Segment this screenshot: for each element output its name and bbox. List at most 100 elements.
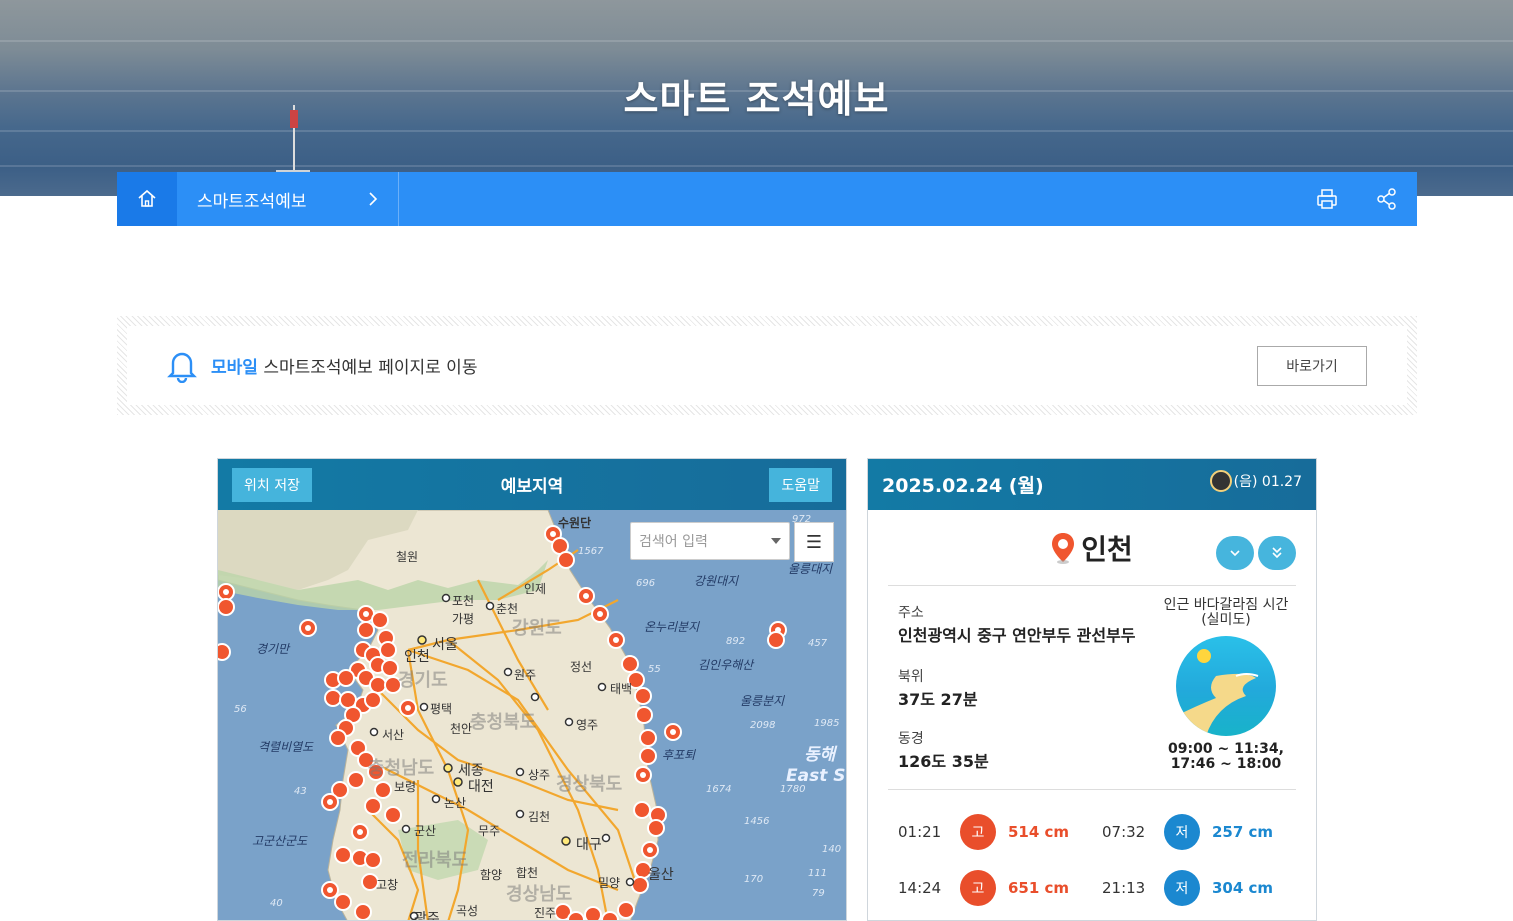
map-label: 평택: [430, 702, 453, 716]
map-search-select[interactable]: 검색어 입력: [630, 522, 790, 560]
forecast-map[interactable]: 철원 포천 가평 춘천 인제 수원단 강원대지 온누리분지 김인우해산 울릉분지…: [218, 510, 846, 921]
tide-level: 304 cm: [1212, 879, 1274, 897]
print-button[interactable]: [1297, 172, 1357, 226]
map-label: 원주: [514, 668, 537, 682]
sea-parting-label: 인근 바다갈라짐 시간: [1163, 597, 1289, 613]
tide-time: 01:21: [898, 823, 942, 841]
tide-time: 14:24: [898, 879, 942, 897]
help-button[interactable]: 도움말: [769, 467, 832, 502]
map-label: 상주: [528, 768, 551, 782]
moon-phase-icon: [1209, 469, 1232, 492]
map-label: 후포퇴: [662, 748, 696, 762]
map-label: 인천: [404, 649, 430, 665]
map-label: East Sea: [786, 766, 846, 786]
map-label: 온누리분지: [644, 620, 700, 634]
tide-entry: 14:24 고 651 cm: [888, 870, 1092, 906]
map-label: 정선: [570, 660, 593, 674]
tide-time: 07:32: [1102, 823, 1146, 841]
mobile-notice: 모바일 스마트조석예보 페이지로 이동 바로가기: [117, 316, 1417, 415]
map-label: 고창: [376, 878, 399, 892]
map-label: 보령: [394, 780, 417, 794]
go-mobile-button[interactable]: 바로가기: [1257, 345, 1367, 386]
depth-label: 1456: [744, 816, 770, 827]
map-menu-button[interactable]: ☰: [794, 522, 834, 562]
address-value: 인천광역시 중구 연안부두 관선부두: [898, 626, 1136, 645]
longitude-label: 동경: [898, 731, 924, 747]
high-tide-badge: 고: [960, 814, 996, 850]
region-label: 경상남도: [506, 884, 573, 905]
region-label: 충청북도: [470, 712, 537, 733]
map-label: 철원: [396, 550, 419, 564]
map-label: 격렬비열도: [258, 740, 314, 754]
tide-forecast-panel: 2025.02.24 (월) (음) 01.27 인천 주소 인천광역시 중구 …: [867, 458, 1317, 921]
tide-header: 2025.02.24 (월) (음) 01.27: [868, 459, 1316, 510]
share-button[interactable]: [1357, 172, 1417, 226]
region-label: 충청남도: [368, 758, 435, 779]
map-label: 가평: [452, 612, 475, 626]
menu-icon: ☰: [805, 531, 823, 553]
last-location-button[interactable]: [1258, 536, 1296, 570]
sea-parting-illustration: [1176, 649, 1259, 736]
wave-line: [0, 165, 1513, 167]
sea-parting-place: (실미도): [1201, 612, 1251, 628]
tide-time: 21:13: [1102, 879, 1146, 897]
hero-banner: 스마트 조석예보: [0, 0, 1513, 196]
address-label: 주소: [898, 605, 924, 621]
home-icon: [138, 189, 156, 207]
location-pin-icon: [1052, 532, 1075, 564]
map-label: 울릉분지: [740, 694, 785, 708]
map-label: 수원단: [558, 516, 592, 530]
depth-label: 1780: [780, 784, 806, 795]
map-label: 광주: [414, 911, 440, 921]
save-location-button[interactable]: 위치 저장: [232, 467, 312, 502]
lunar-date-text: (음) 01.27: [1233, 473, 1302, 490]
map-label: 동해: [804, 745, 836, 765]
depth-label: 892: [726, 636, 746, 647]
breadcrumb-current[interactable]: 스마트조석예보: [177, 172, 399, 226]
sea-parting-times-2: 17:46 ~ 18:00: [1170, 756, 1282, 772]
latitude-label: 북위: [898, 669, 924, 685]
map-label: 강원대지: [694, 574, 739, 588]
caret-down-icon: [771, 538, 781, 544]
depth-label: 1985: [814, 718, 840, 729]
map-title: 예보지역: [500, 477, 564, 497]
home-button[interactable]: [117, 172, 177, 226]
map-label: 함양: [480, 868, 503, 882]
wave-line: [0, 40, 1513, 42]
latitude-value: 37도 27분: [898, 690, 978, 709]
notice-message: 스마트조석예보 페이지로 이동: [263, 358, 478, 378]
double-chevron-down-icon: [1272, 547, 1282, 559]
map-search-placeholder: 검색어 입력: [639, 534, 708, 550]
tide-row: 14:24 고 651 cm 21:13 저 304 cm: [888, 860, 1296, 916]
map-label: 곡성: [456, 904, 479, 918]
sea-parting-image: [1176, 636, 1276, 736]
page-title: 스마트 조석예보: [623, 77, 890, 121]
map-label: 김인우해산: [698, 658, 754, 672]
map-label: 고군산군도: [252, 834, 308, 848]
region-label: 경기도: [398, 670, 448, 691]
location-row: 인천: [888, 510, 1296, 586]
map-label: 인제: [524, 582, 547, 596]
depth-label: 79: [812, 888, 825, 899]
region-label: 전라북도: [402, 850, 469, 871]
map-label: 태백: [610, 682, 633, 696]
depth-label: 2098: [750, 720, 776, 731]
sea-parting-times-1: 09:00 ~ 11:34,: [1168, 741, 1284, 757]
depth-label: 1674: [706, 784, 732, 795]
map-label: 영주: [576, 718, 599, 732]
breadcrumb-label: 스마트조석예보: [197, 191, 307, 212]
depth-label: 56: [234, 704, 247, 715]
next-location-button[interactable]: [1216, 536, 1254, 570]
depth-label: 40: [270, 898, 283, 909]
map-label: 울산: [648, 867, 674, 883]
bell-icon: [167, 352, 197, 383]
map-header: 위치 저장 예보지역 도움말: [218, 459, 846, 510]
forecast-map-panel: 위치 저장 예보지역 도움말 철원 포천 가평 춘천 인제 수원단 강원대지 온…: [217, 458, 847, 921]
map-label: 논산: [444, 796, 467, 810]
depth-label: 1567: [578, 546, 604, 557]
tide-entry: 21:13 저 304 cm: [1092, 870, 1296, 906]
map-label: 천안: [450, 722, 473, 736]
map-label: 울릉대지: [788, 562, 833, 576]
breadcrumb: 스마트조석예보: [117, 172, 1417, 226]
chevron-right-icon: [369, 192, 378, 206]
